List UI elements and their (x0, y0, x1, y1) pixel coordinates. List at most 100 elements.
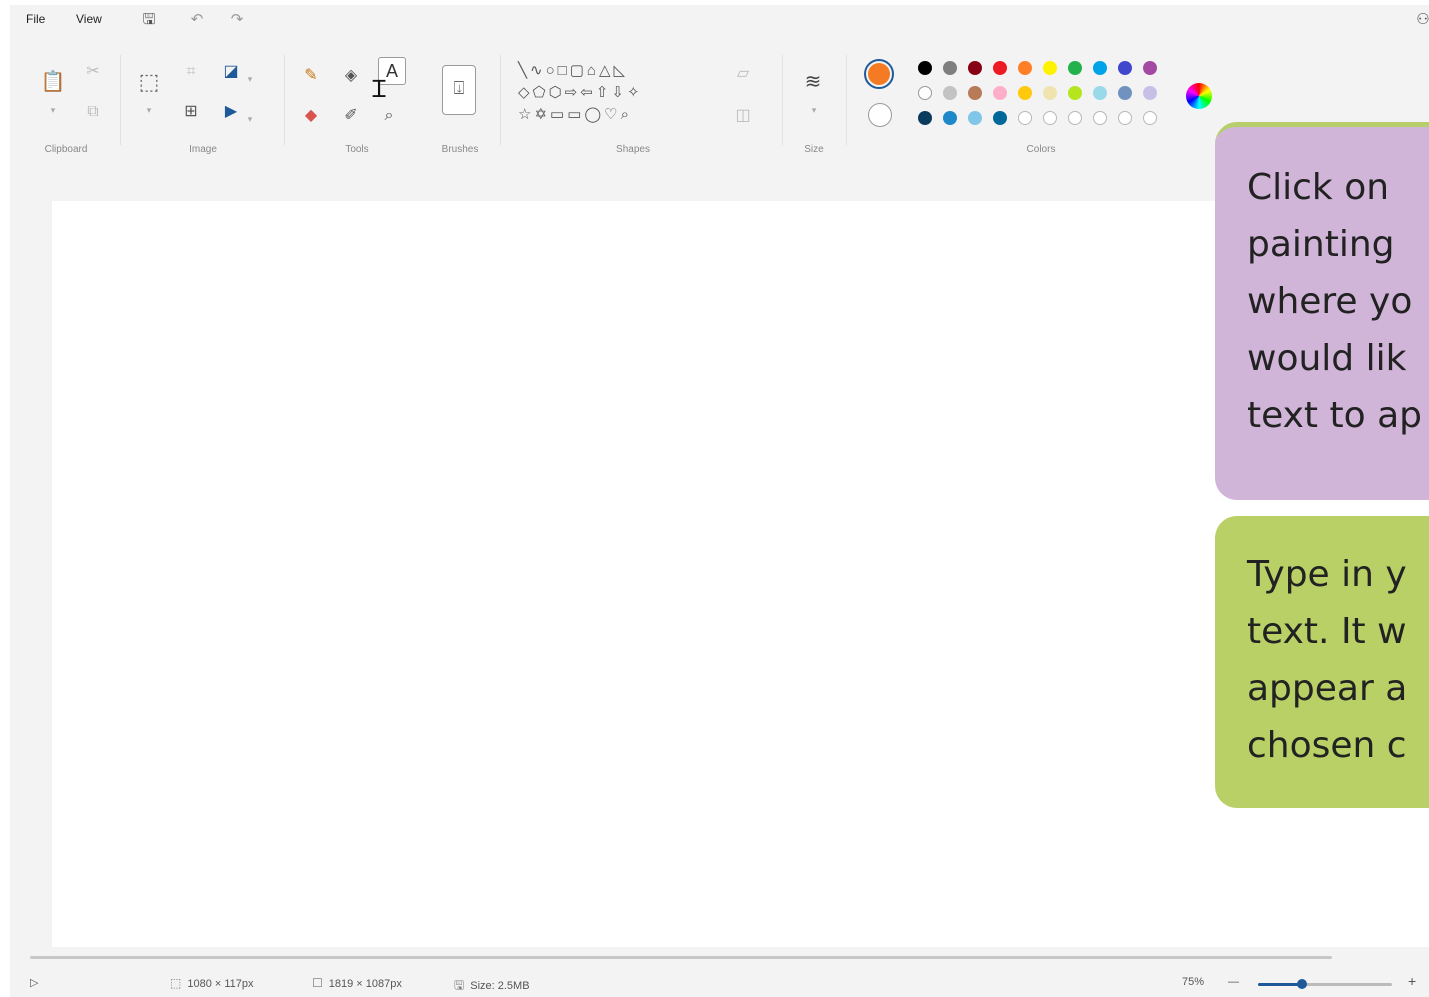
text-cursor-icon: Ɪ (372, 76, 386, 103)
color-swatch[interactable] (1118, 61, 1132, 75)
color-swatch[interactable] (918, 111, 932, 125)
save-icon[interactable]: 🖫 (138, 9, 160, 31)
resize-dropdown-icon[interactable]: ▾ (244, 66, 256, 92)
resize-icon[interactable]: ◪ (218, 59, 244, 85)
size-dropdown-icon[interactable]: ▾ (808, 97, 820, 123)
selection-size-text: 1080 × 117px (187, 978, 254, 990)
color-swatch[interactable] (1068, 111, 1082, 125)
copy-icon[interactable]: ⧉ (80, 99, 106, 125)
image-group: ⬚ ▾ ⌗ ◪ ▾ ⊞ ▶ ▾ Image (128, 47, 278, 159)
pencil-icon[interactable]: ✎ (298, 63, 324, 89)
callout-line: text to ap (1247, 395, 1422, 436)
outline-icon[interactable]: ▱ (730, 61, 756, 87)
color-swatch[interactable] (918, 86, 932, 100)
color-swatch[interactable] (968, 61, 982, 75)
color-swatch[interactable] (918, 61, 932, 75)
stroke-size-icon[interactable]: ≋ (800, 69, 826, 95)
color-swatch[interactable] (1068, 86, 1082, 100)
canvas-size-text: 1819 × 1087px (328, 978, 402, 990)
redo-icon[interactable]: ↷ (226, 9, 248, 31)
eraser-icon[interactable]: ◆ (298, 103, 324, 129)
brush-icon[interactable]: ⍗ (442, 65, 476, 115)
selection-size-status: ⬚ 1080 × 117px (170, 976, 254, 990)
callout-line: chosen c (1247, 725, 1407, 766)
share-icon[interactable]: ⚇ (1412, 9, 1429, 31)
shapes-row-2[interactable]: ◇⬠⬡⇨⇦⇧⇩✧ (518, 83, 643, 101)
color-swatch[interactable] (1143, 86, 1157, 100)
select-icon[interactable]: ⬚ (136, 69, 162, 95)
color-swatch[interactable] (943, 111, 957, 125)
edit-colors-icon[interactable] (1186, 83, 1212, 109)
color-picker-icon[interactable]: ✐ (338, 103, 364, 129)
instruction-callout-type: Type in y text. It w appear a chosen c (1215, 516, 1429, 808)
rotate-icon[interactable]: ▶ (218, 99, 244, 125)
color-swatch[interactable] (968, 111, 982, 125)
color-swatch[interactable] (1093, 111, 1107, 125)
brushes-group-label: Brushes (441, 144, 479, 155)
status-bar: ▷ ⬚ 1080 × 117px ☐ 1819 × 1087px 🖫 Size: 2.… (10, 971, 1429, 997)
zoom-slider-thumb[interactable] (1297, 979, 1308, 989)
file-size-status: 🖫 Size: 2.5MB (454, 976, 530, 997)
zoom-slider[interactable] (1258, 979, 1392, 989)
instruction-callout-click: Click on painting where yo would lik tex… (1215, 122, 1429, 500)
zoom-in-button[interactable]: + (1408, 973, 1416, 989)
color-swatch[interactable] (1018, 111, 1032, 125)
rotate-dropdown-icon[interactable]: ▾ (244, 106, 256, 132)
size-group-label: Size (804, 144, 824, 155)
shapes-group: ╲∿○□▢⌂△◺ ◇⬠⬡⇨⇦⇧⇩✧ ☆✡▭▭◯♡⌕ ▱ ◫ Shapes (508, 47, 778, 159)
menu-view[interactable]: View (76, 12, 102, 26)
menu-file[interactable]: File (26, 12, 45, 26)
colors-group: Colors (856, 47, 1226, 159)
magnifier-icon[interactable]: ⌕ (376, 103, 402, 129)
fill-bucket-icon[interactable]: ◈ (338, 63, 364, 89)
color-swatch[interactable] (1118, 111, 1132, 125)
color-swatch[interactable] (993, 86, 1007, 100)
shapes-group-label: Shapes (616, 144, 650, 155)
cut-icon[interactable]: ✂ (80, 59, 106, 85)
paste-dropdown-icon[interactable]: ▾ (47, 97, 59, 123)
color-swatch[interactable] (1043, 86, 1057, 100)
ribbon-divider (284, 55, 285, 145)
paste-icon[interactable]: 📋 (40, 69, 66, 95)
shape-fill-icon[interactable]: ◫ (730, 103, 756, 129)
zoom-percentage[interactable]: 75% (1182, 976, 1204, 988)
color-swatch[interactable] (1093, 61, 1107, 75)
tools-group-label: Tools (345, 144, 369, 155)
color-swatch[interactable] (968, 86, 982, 100)
color-swatch[interactable] (943, 61, 957, 75)
ribbon-divider (500, 55, 501, 145)
shapes-row-1[interactable]: ╲∿○□▢⌂△◺ (518, 61, 628, 79)
clipboard-group-label: Clipboard (44, 144, 88, 155)
color-swatch[interactable] (993, 111, 1007, 125)
color-swatch[interactable] (1018, 61, 1032, 75)
image-search-icon[interactable]: ⊞ (178, 99, 204, 125)
color-swatch[interactable] (1018, 86, 1032, 100)
callout-line: would lik (1247, 338, 1407, 379)
menu-bar: File View 🖫 ↶ ↷ ⚇ (10, 5, 1429, 37)
ribbon-divider (782, 55, 783, 145)
zoom-out-button[interactable]: — (1228, 976, 1239, 988)
color-swatch[interactable] (1043, 111, 1057, 125)
undo-icon[interactable]: ↶ (186, 9, 208, 31)
shapes-row-3[interactable]: ☆✡▭▭◯♡⌕ (518, 105, 632, 123)
primary-color-swatch[interactable] (864, 59, 894, 89)
select-dropdown-icon[interactable]: ▾ (143, 97, 155, 123)
color-swatch[interactable] (1043, 61, 1057, 75)
color-swatch[interactable] (943, 86, 957, 100)
horizontal-scrollbar[interactable] (30, 956, 1332, 959)
crop-icon[interactable]: ⌗ (178, 59, 204, 85)
color-swatch[interactable] (1093, 86, 1107, 100)
callout-line: Click on (1247, 167, 1390, 208)
color-swatch[interactable] (1143, 61, 1157, 75)
zoom-slider-fill (1258, 983, 1303, 986)
color-swatch[interactable] (1068, 61, 1082, 75)
color-swatch[interactable] (993, 61, 1007, 75)
secondary-color-swatch[interactable] (868, 103, 892, 127)
color-swatch[interactable] (1143, 111, 1157, 125)
disk-icon: 🖫 (454, 978, 465, 992)
clipboard-group: 📋 ▾ ✂ ⧉ Clipboard (20, 47, 112, 159)
color-swatch[interactable] (1118, 86, 1132, 100)
callout-line: Type in y (1247, 554, 1407, 595)
selection-icon: ⬚ (170, 976, 182, 990)
ribbon-divider (846, 55, 847, 145)
